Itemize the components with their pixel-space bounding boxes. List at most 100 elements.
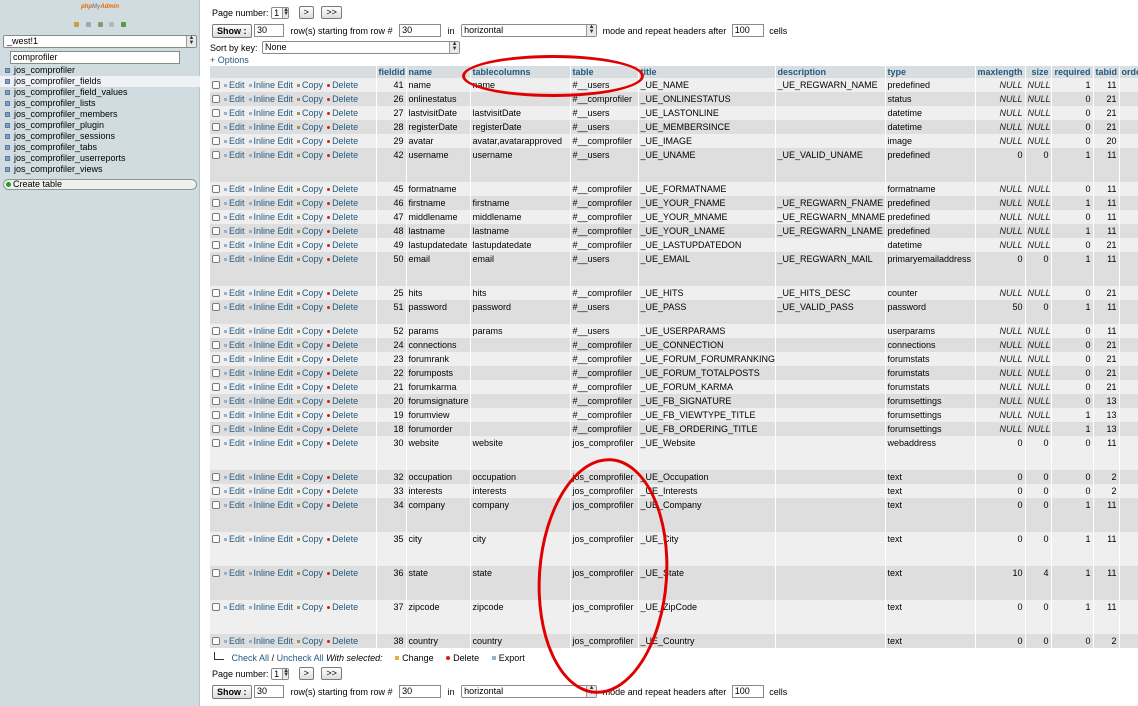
sql-icon[interactable] (97, 22, 103, 27)
cell-ordering[interactable] (1119, 566, 1138, 600)
cell-ordering[interactable] (1119, 470, 1138, 484)
cell-name[interactable]: forumkarma (406, 380, 471, 394)
cell-ordering[interactable] (1119, 600, 1138, 634)
cell-ordering[interactable] (1119, 408, 1138, 422)
cell-type[interactable]: userparams (885, 324, 976, 338)
cell-size[interactable]: NULL (1025, 106, 1052, 120)
cell-size[interactable]: NULL (1025, 324, 1052, 338)
cell-type[interactable]: primaryemailaddress (885, 252, 976, 286)
cell-size[interactable]: 4 (1025, 566, 1052, 600)
cell-type[interactable]: predefined (885, 224, 976, 238)
row-checkbox[interactable] (212, 227, 220, 235)
uncheck-all-link[interactable]: Uncheck All (277, 653, 324, 663)
inline-edit-link[interactable]: Inline Edit (254, 254, 294, 264)
inline-edit-link[interactable]: Inline Edit (254, 80, 294, 90)
cell-table[interactable]: #__comprofiler (570, 210, 639, 224)
edit-link[interactable]: Edit (229, 198, 245, 208)
cell-table[interactable]: #__comprofiler (570, 408, 639, 422)
cell-title[interactable]: _UE_EMAIL (638, 252, 776, 286)
cell-tablecolumns[interactable]: params (470, 324, 571, 338)
cell-title[interactable]: _UE_YOUR_LNAME (638, 224, 776, 238)
cell-maxlength[interactable]: NULL (975, 394, 1026, 408)
cell-maxlength[interactable]: NULL (975, 196, 1026, 210)
cell-description[interactable] (775, 408, 886, 422)
row-checkbox[interactable] (212, 303, 220, 311)
inline-edit-link[interactable]: Inline Edit (254, 326, 294, 336)
cell-required[interactable]: 0 (1051, 436, 1094, 470)
sidebar-table-item[interactable]: jos_comprofiler_members (0, 109, 200, 120)
cell-fieldid[interactable]: 25 (376, 286, 407, 300)
cell-description[interactable] (775, 532, 886, 566)
cell-title[interactable]: _UE_UNAME (638, 148, 776, 182)
row-checkbox[interactable] (212, 241, 220, 249)
row-checkbox[interactable] (212, 137, 220, 145)
cell-tablecolumns[interactable] (470, 408, 571, 422)
copy-link[interactable]: Copy (302, 136, 323, 146)
cell-title[interactable]: _UE_FB_VIEWTYPE_TITLE (638, 408, 776, 422)
cell-name[interactable]: occupation (406, 470, 471, 484)
cell-maxlength[interactable]: NULL (975, 210, 1026, 224)
cell-table[interactable]: #__comprofiler (570, 366, 639, 380)
cell-ordering[interactable] (1119, 252, 1138, 286)
cell-maxlength[interactable]: NULL (975, 286, 1026, 300)
copy-link[interactable]: Copy (302, 568, 323, 578)
cell-type[interactable]: predefined (885, 78, 976, 92)
cell-description[interactable] (775, 634, 886, 648)
cell-size[interactable]: NULL (1025, 286, 1052, 300)
cell-tabid[interactable]: 11 (1093, 148, 1120, 182)
cell-fieldid[interactable]: 23 (376, 352, 407, 366)
cell-name[interactable]: country (406, 634, 471, 648)
cell-name[interactable]: hits (406, 286, 471, 300)
row-checkbox[interactable] (212, 425, 220, 433)
reload-icon[interactable] (120, 22, 126, 27)
sidebar-table-item[interactable]: jos_comprofiler_userreports (0, 153, 200, 164)
delete-link[interactable]: Delete (332, 150, 358, 160)
cell-description[interactable] (775, 600, 886, 634)
inline-edit-link[interactable]: Inline Edit (254, 602, 294, 612)
cell-required[interactable]: 1 (1051, 566, 1094, 600)
cell-tablecolumns[interactable]: lastupdatedate (470, 238, 571, 252)
cell-fieldid[interactable]: 38 (376, 634, 407, 648)
cell-fieldid[interactable]: 49 (376, 238, 407, 252)
cell-size[interactable]: NULL (1025, 394, 1052, 408)
cell-tabid[interactable]: 21 (1093, 286, 1120, 300)
cell-maxlength[interactable]: NULL (975, 224, 1026, 238)
cell-fieldid[interactable]: 35 (376, 532, 407, 566)
copy-link[interactable]: Copy (302, 486, 323, 496)
row-checkbox[interactable] (212, 185, 220, 193)
repeat-headers-input[interactable]: 100 (731, 24, 764, 38)
edit-link[interactable]: Edit (229, 438, 245, 448)
cell-tablecolumns[interactable]: registerDate (470, 120, 571, 134)
copy-link[interactable]: Copy (302, 368, 323, 378)
row-checkbox[interactable] (212, 439, 220, 447)
cell-type[interactable]: text (885, 634, 976, 648)
cell-name[interactable]: password (406, 300, 471, 324)
cell-description[interactable] (775, 470, 886, 484)
inline-edit-link[interactable]: Inline Edit (254, 396, 294, 406)
cell-fieldid[interactable]: 26 (376, 92, 407, 106)
cell-description[interactable]: _UE_HITS_DESC (775, 286, 886, 300)
cell-table[interactable]: #__comprofiler (570, 380, 639, 394)
cell-type[interactable]: datetime (885, 120, 976, 134)
cell-maxlength[interactable]: NULL (975, 380, 1026, 394)
cell-maxlength[interactable]: NULL (975, 120, 1026, 134)
cell-title[interactable]: _UE_MEMBERSINCE (638, 120, 776, 134)
edit-link[interactable]: Edit (229, 500, 245, 510)
sidebar-table-item[interactable]: jos_comprofiler_tabs (0, 142, 200, 153)
cell-type[interactable]: forumsettings (885, 394, 976, 408)
rows-count-input[interactable]: 30 (254, 685, 285, 699)
cell-description[interactable]: _UE_REGWARN_MNAME (775, 210, 886, 224)
cell-tabid[interactable]: 11 (1093, 182, 1120, 196)
cell-description[interactable] (775, 484, 886, 498)
cell-size[interactable]: 0 (1025, 634, 1052, 648)
bulk-delete-button[interactable]: Delete (453, 653, 479, 663)
cell-required[interactable]: 0 (1051, 338, 1094, 352)
cell-tabid[interactable]: 21 (1093, 352, 1120, 366)
cell-maxlength[interactable]: NULL (975, 106, 1026, 120)
cell-size[interactable]: NULL (1025, 210, 1052, 224)
row-checkbox[interactable] (212, 123, 220, 131)
cell-size[interactable]: NULL (1025, 380, 1052, 394)
inline-edit-link[interactable]: Inline Edit (254, 534, 294, 544)
column-header-ordering[interactable]: ordering (1119, 66, 1138, 78)
edit-link[interactable]: Edit (229, 226, 245, 236)
